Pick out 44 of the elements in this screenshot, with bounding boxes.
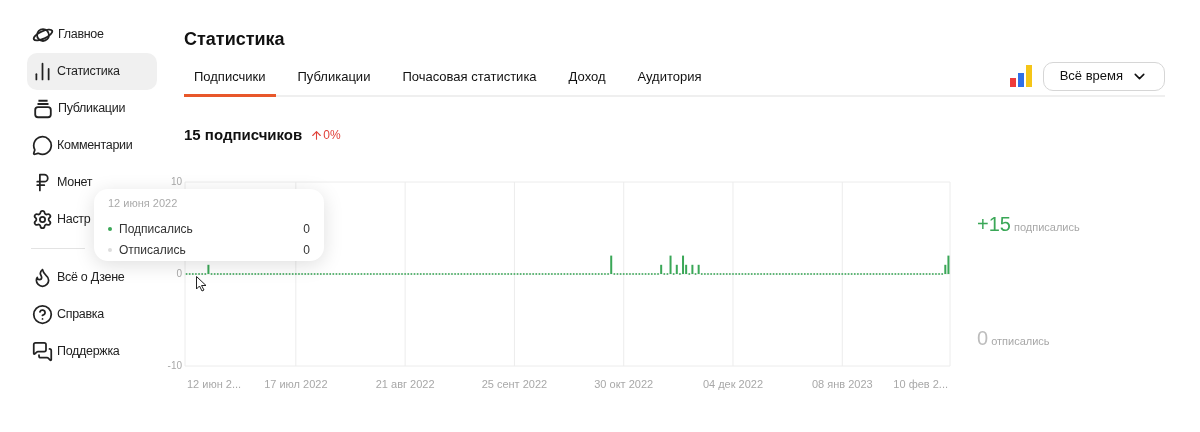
total-value: 0 — [977, 326, 989, 350]
tab[interactable]: Доход — [558, 59, 616, 97]
axis-label: 30 окт 2022 — [594, 378, 654, 390]
total-value: +15 — [977, 212, 1011, 236]
cursor-icon — [196, 276, 207, 292]
tooltip-label: Отписались — [119, 241, 186, 259]
help-icon — [32, 304, 53, 325]
change-percent: 0% — [323, 127, 341, 144]
tab[interactable]: Аудитория — [627, 59, 712, 97]
axis-label: 0 — [176, 267, 182, 279]
chart-logo-icon — [1009, 65, 1032, 87]
axis-label: -10 — [167, 359, 182, 371]
page-title: Статистика — [184, 28, 285, 51]
axis-label: 04 дек 2022 — [702, 378, 764, 390]
sidebar-item[interactable]: Поддержка — [27, 333, 157, 370]
total-label: отписались — [991, 334, 1050, 349]
axis-label: 25 сент 2022 — [481, 378, 548, 390]
arrow-up-icon — [310, 128, 324, 142]
total-label: подписались — [1013, 220, 1080, 235]
tooltip-value: 0 — [303, 241, 310, 259]
tab[interactable]: Подписчики — [184, 59, 276, 97]
chat-icon — [32, 341, 53, 362]
sidebar-item[interactable]: Всё о Дзене — [27, 259, 157, 296]
sidebar-item[interactable]: Публикации — [27, 90, 157, 127]
stack-icon — [32, 97, 54, 120]
period-dropdown[interactable]: Всё время — [1042, 61, 1165, 91]
axis-label: 10 — [170, 175, 182, 187]
axis-label: 10 фев 2... — [893, 378, 948, 390]
sidebar-item[interactable]: Главное — [27, 16, 157, 53]
sidebar-item[interactable]: Справка — [27, 296, 157, 333]
tooltip-value: 0 — [303, 220, 310, 238]
subscriber-count: 15 подписчиков — [184, 125, 303, 145]
axis-label: 08 янв 2023 — [811, 378, 873, 390]
axis-label: 12 июн 2... — [187, 378, 242, 390]
settings-icon — [32, 209, 53, 230]
sidebar-item[interactable]: Комментарии — [27, 127, 157, 164]
axis-label: 17 июл 2022 — [264, 378, 328, 390]
tooltip-label: Подписались — [119, 220, 193, 238]
tab[interactable]: Публикации — [287, 59, 381, 97]
speech-bubble-icon — [32, 135, 53, 156]
sidebar-item[interactable]: Статистика — [27, 53, 157, 90]
tooltip-date: 12 июня 2022 — [108, 196, 178, 210]
axis-label: 21 авг 2022 — [375, 378, 435, 390]
tab[interactable]: Почасовая статистика — [392, 59, 547, 97]
